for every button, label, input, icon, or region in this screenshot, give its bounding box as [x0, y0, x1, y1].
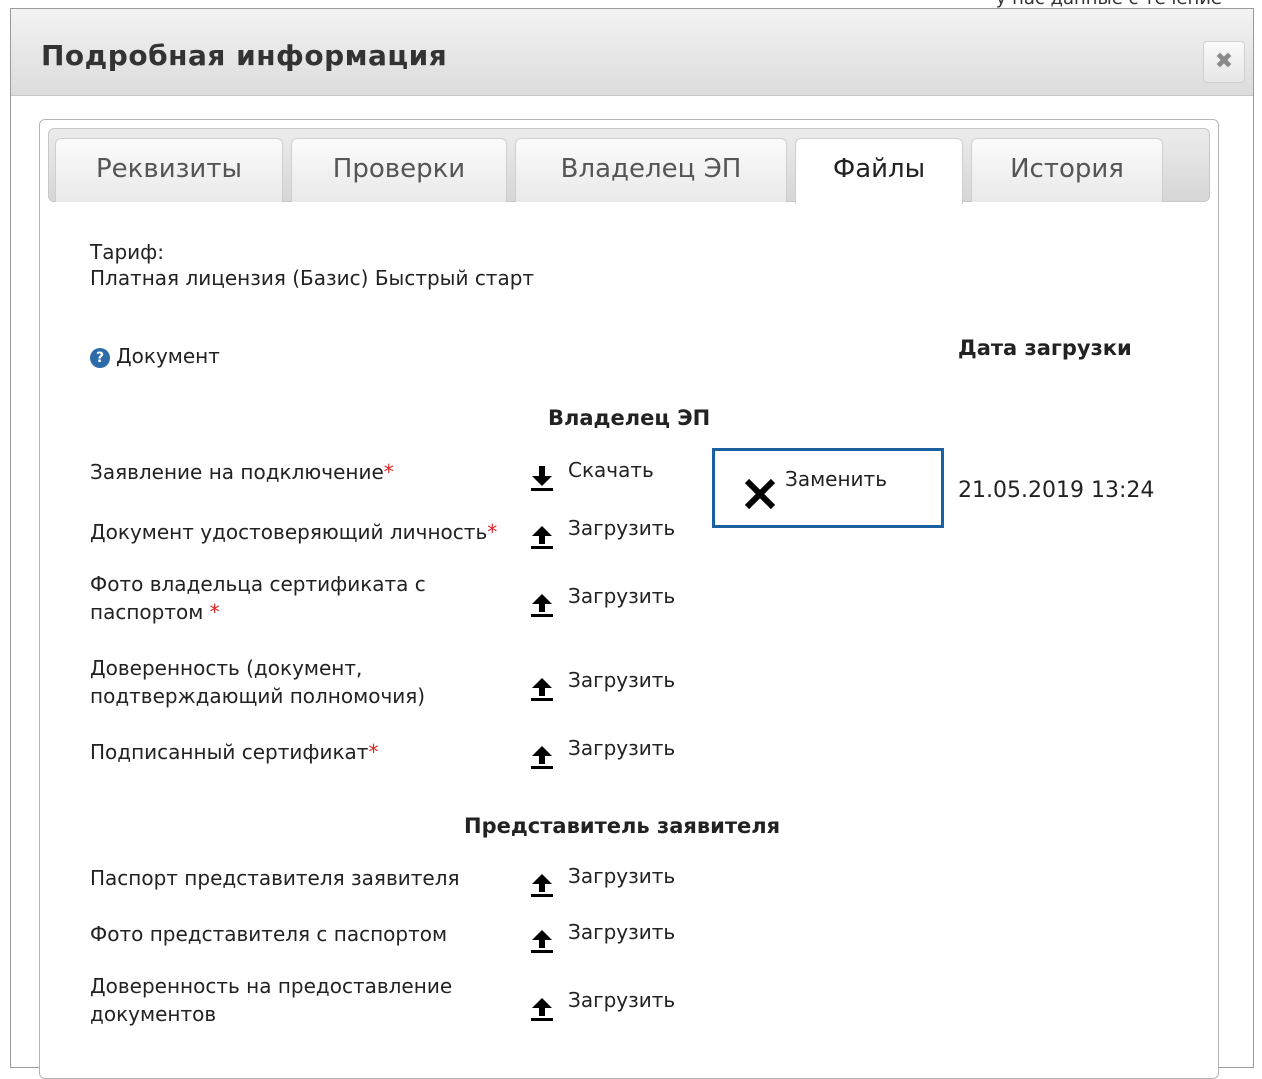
- files-panel: Реквизиты Проверки Владелец ЭП Файлы Ист…: [39, 119, 1219, 1079]
- tab-files[interactable]: Файлы: [795, 138, 963, 204]
- tab-ep-owner[interactable]: Владелец ЭП: [515, 138, 787, 202]
- tariff-value: Платная лицензия (Базис) Быстрый старт: [90, 266, 535, 290]
- dialog-title: Подробная информация: [41, 39, 448, 72]
- close-icon: [744, 478, 776, 510]
- required-mark: *: [368, 740, 379, 764]
- list-item: Фото представителя с паспортом: [90, 922, 448, 946]
- details-dialog: Подробная информация ✖ Реквизиты Проверк…: [10, 8, 1254, 1079]
- list-item: Заявление на подключение*: [90, 460, 394, 484]
- required-mark: *: [487, 520, 498, 544]
- download-icon: [531, 466, 553, 491]
- list-item: Фото владельца сертификата с паспортом *: [90, 572, 426, 624]
- dialog-header: Подробная информация ✖: [11, 9, 1253, 96]
- upload-icon: [531, 678, 553, 701]
- list-item: Доверенность на предоставление документо…: [90, 974, 453, 1026]
- top-strip: у нас данные с течение: [0, 0, 1262, 9]
- tab-requisites[interactable]: Реквизиты: [55, 138, 283, 202]
- replace-button[interactable]: Заменить: [712, 448, 944, 528]
- section-title-applicant-representative: Представитель заявителя: [464, 814, 781, 838]
- upload-icon: [531, 930, 553, 953]
- tab-checks[interactable]: Проверки: [291, 138, 507, 202]
- list-item: Доверенность (документ, подтверждающий п…: [90, 656, 426, 708]
- replace-label: Заменить: [785, 467, 887, 491]
- upload-icon: [531, 526, 553, 549]
- upload-icon: [531, 594, 553, 617]
- tariff-label: Тариф:: [90, 240, 165, 264]
- tab-bar: Реквизиты Проверки Владелец ЭП Файлы Ист…: [48, 128, 1210, 204]
- help-icon[interactable]: ?: [90, 348, 110, 368]
- upload-icon: [531, 746, 553, 769]
- upload-icon: [531, 998, 553, 1021]
- section-title-ep-owner: Владелец ЭП: [548, 406, 711, 430]
- upload-icon: [531, 874, 553, 897]
- document-header-label: Документ: [116, 344, 220, 368]
- list-item: Паспорт представителя заявителя: [90, 866, 460, 890]
- tab-history[interactable]: История: [971, 138, 1163, 202]
- required-mark: *: [209, 600, 220, 624]
- required-mark: *: [383, 460, 394, 484]
- list-item: Подписанный сертификат*: [90, 740, 379, 764]
- upload-date-column-header: Дата загрузки: [958, 336, 1132, 360]
- list-item: Документ удостоверяющий личность*: [90, 520, 498, 544]
- close-icon[interactable]: ✖: [1203, 41, 1245, 83]
- upload-date-value: 21.05.2019 13:24: [958, 478, 1155, 503]
- document-column-header: ? Документ: [90, 344, 220, 368]
